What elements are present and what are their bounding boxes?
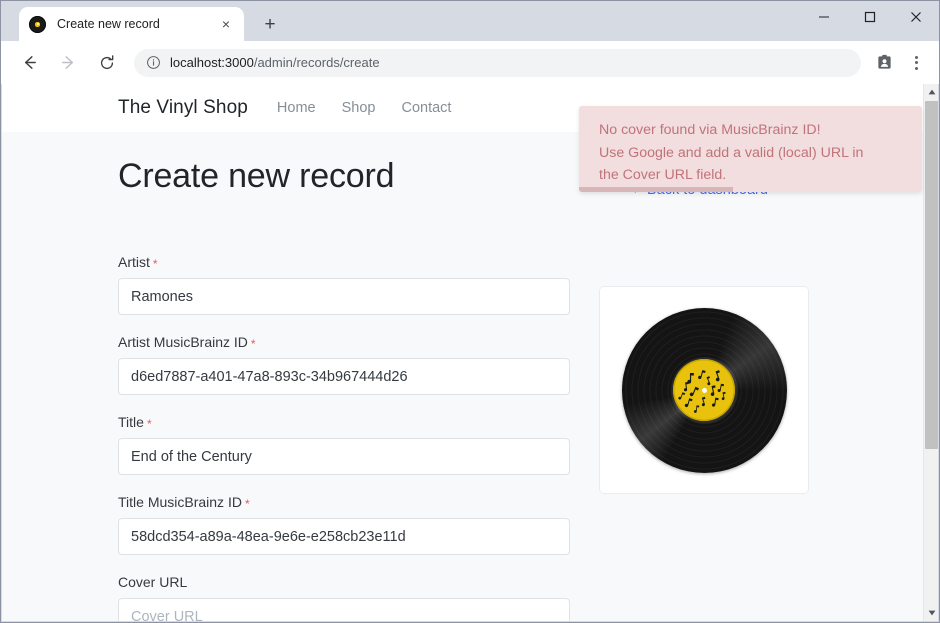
url-host: localhost:3000 <box>170 55 254 70</box>
new-tab-button[interactable]: + <box>256 13 284 35</box>
site-nav-links: Home Shop Contact <box>277 100 452 116</box>
forward-arrow-icon[interactable] <box>51 46 85 80</box>
cover-url-input[interactable] <box>118 598 570 621</box>
close-icon[interactable]: × <box>216 14 236 34</box>
error-toast[interactable]: No cover found via MusicBrainz ID! Use G… <box>579 106 922 192</box>
field-title: Title * <box>118 414 570 475</box>
url-path: /admin/records/create <box>253 55 380 70</box>
url-text: localhost:3000/admin/records/create <box>170 55 380 70</box>
artist-musicbrainz-id-input[interactable] <box>118 358 570 395</box>
info-circle-icon[interactable] <box>146 55 161 70</box>
field-label: Artist * <box>118 254 158 271</box>
browser-tab[interactable]: Create new record × <box>19 7 244 41</box>
page-title: Create new record <box>118 157 395 195</box>
site-brand[interactable]: The Vinyl Shop <box>118 97 248 119</box>
field-cover-url: Cover URL <box>118 574 570 621</box>
vinyl-record-icon <box>29 15 46 33</box>
spindle-hole <box>701 387 707 393</box>
nav-link-contact[interactable]: Contact <box>401 100 451 116</box>
artist-input[interactable] <box>118 278 570 315</box>
toast-line-3: the Cover URL field. <box>599 167 727 183</box>
reload-icon[interactable] <box>90 46 124 80</box>
back-arrow-icon[interactable] <box>12 46 46 80</box>
page-scrollbar[interactable] <box>923 84 938 621</box>
field-artist: Artist * <box>118 254 570 315</box>
tab-title: Create new record <box>57 17 160 31</box>
page-content: Create new record Artist * Artist MusicB… <box>2 132 923 621</box>
scroll-down-arrow-icon[interactable] <box>924 605 938 621</box>
cover-preview-card <box>599 286 809 494</box>
field-label: Artist MusicBrainz ID * <box>118 334 256 351</box>
vinyl-record-icon <box>621 307 787 473</box>
three-dot-menu-icon[interactable] <box>901 48 931 78</box>
create-record-form: Artist * Artist MusicBrainz ID * Title <box>118 254 570 621</box>
close-icon[interactable] <box>893 1 939 33</box>
page-viewport: The Vinyl Shop Home Shop Contact Back to… <box>2 84 938 621</box>
label-text: Title MusicBrainz ID <box>118 494 242 510</box>
minimize-icon[interactable] <box>801 1 847 33</box>
window-controls <box>801 1 939 41</box>
scroll-up-arrow-icon[interactable] <box>924 84 938 100</box>
id-card-icon[interactable] <box>869 48 899 78</box>
scroll-thumb[interactable] <box>925 101 938 449</box>
field-title-musicbrainz-id: Title MusicBrainz ID * <box>118 494 570 555</box>
title-input[interactable] <box>118 438 570 475</box>
toast-progress-bar <box>579 187 734 192</box>
browser-toolbar: localhost:3000/admin/records/create <box>1 41 939 84</box>
label-text: Title <box>118 414 144 430</box>
nav-link-shop[interactable]: Shop <box>342 100 376 116</box>
field-artist-musicbrainz-id: Artist MusicBrainz ID * <box>118 334 570 395</box>
toast-line-2: Use Google and add a valid (local) URL i… <box>599 144 864 161</box>
field-label: Cover URL <box>118 574 570 590</box>
label-text: Artist <box>118 254 150 270</box>
address-bar[interactable]: localhost:3000/admin/records/create <box>134 48 861 77</box>
maximize-icon[interactable] <box>847 1 893 33</box>
title-musicbrainz-id-input[interactable] <box>118 518 570 555</box>
label-text: Cover URL <box>118 574 188 590</box>
label-text: Artist MusicBrainz ID <box>118 334 248 350</box>
field-label: Title MusicBrainz ID * <box>118 494 250 511</box>
browser-window: Create new record × + localhost:3000/adm… <box>0 0 940 623</box>
toast-line-1: No cover found via MusicBrainz ID! <box>599 122 821 138</box>
tab-strip: Create new record × + <box>1 1 939 41</box>
nav-link-home[interactable]: Home <box>277 100 316 116</box>
field-label: Title * <box>118 414 152 431</box>
